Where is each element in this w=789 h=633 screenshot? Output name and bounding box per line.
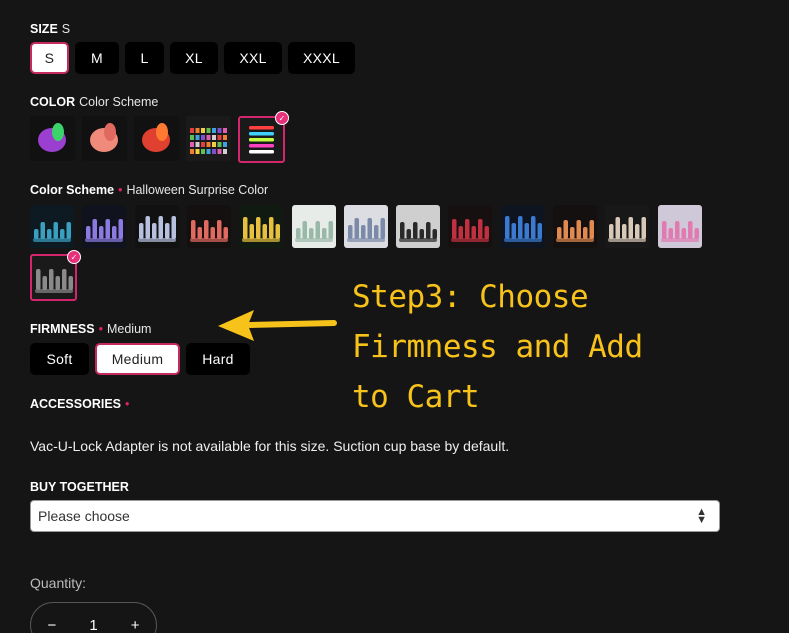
quantity-minus-button[interactable]: −	[48, 617, 57, 633]
size-option-m[interactable]: M	[75, 42, 119, 74]
size-label: SIZE S	[30, 22, 70, 36]
scheme-selected-value: Halloween Surprise Color	[126, 183, 269, 197]
size-option-xxxl[interactable]: XXXL	[288, 42, 355, 74]
scheme-swatch-9[interactable]	[448, 205, 493, 248]
color-label: COLOR Color Scheme	[30, 95, 158, 109]
accessories-label: ACCESSORIES •	[30, 397, 129, 411]
color-selected-value: Color Scheme	[79, 95, 159, 109]
annotation-line-2: Firmness and Add	[352, 329, 643, 365]
scheme-swatch-7[interactable]	[343, 205, 388, 248]
size-options: S M L XL XXL XXXL	[30, 42, 355, 74]
quantity-label: Quantity:	[30, 575, 87, 591]
buy-together-label-text: BUY TOGETHER	[30, 480, 129, 494]
scheme-swatch-3[interactable]	[134, 205, 179, 248]
accessories-required-mark: •	[125, 397, 130, 411]
scheme-swatch-11[interactable]	[553, 205, 597, 248]
scheme-swatch-5[interactable]	[239, 205, 284, 248]
size-option-xxl[interactable]: XXL	[224, 42, 282, 74]
firmness-label: FIRMNESS • Medium	[30, 322, 151, 336]
firmness-selected-value: Medium	[106, 322, 152, 336]
accessories-label-text: ACCESSORIES	[30, 397, 121, 411]
annotation-line-1: Step3: Choose	[352, 279, 589, 315]
quantity-value[interactable]: 1	[89, 617, 97, 633]
size-option-l[interactable]: L	[125, 42, 164, 74]
accessories-message: Vac-U-Lock Adapter is not available for …	[30, 438, 510, 454]
size-option-xl[interactable]: XL	[170, 42, 218, 74]
color-swatch-pink-peach[interactable]	[82, 116, 127, 161]
firmness-options: Soft Medium Hard	[30, 343, 250, 375]
size-option-s[interactable]: S	[30, 42, 69, 74]
quantity-plus-button[interactable]: +	[131, 617, 140, 633]
firmness-option-soft[interactable]: Soft	[30, 343, 89, 375]
scheme-swatch-6[interactable]	[291, 205, 336, 248]
scheme-swatch-1[interactable]	[30, 205, 74, 248]
annotation-arrow-icon	[218, 310, 337, 341]
quantity-stepper: − 1 +	[30, 602, 157, 633]
size-label-text: SIZE	[30, 22, 58, 36]
firmness-option-hard[interactable]: Hard	[186, 343, 250, 375]
scheme-required-mark: •	[118, 183, 123, 197]
scheme-swatch-10[interactable]	[500, 205, 545, 248]
scheme-swatch-8[interactable]	[396, 205, 441, 248]
buy-together-select[interactable]: Please choose ▲ ▼	[30, 500, 720, 532]
scheme-swatch-2[interactable]	[82, 205, 127, 248]
firmness-label-text: FIRMNESS	[30, 322, 95, 336]
scheme-label: Color Scheme • Halloween Surprise Color	[30, 183, 268, 197]
annotation-text: Step3: Choose Firmness and Add to Cart	[352, 272, 643, 422]
color-label-text: COLOR	[30, 95, 76, 109]
scheme-swatch-4[interactable]	[186, 205, 231, 248]
chevron-up-down-icon: ▲ ▼	[696, 506, 707, 526]
size-selected-value: S	[61, 22, 71, 36]
color-swatch-red-orange[interactable]	[134, 116, 179, 161]
scheme-swatch-13[interactable]	[657, 205, 702, 248]
color-swatch-purple-green[interactable]	[30, 116, 75, 161]
check-icon: ✓	[67, 250, 81, 264]
scheme-swatch-12[interactable]	[605, 205, 650, 248]
firmness-required-mark: •	[98, 322, 103, 336]
buy-together-placeholder: Please choose	[38, 508, 130, 524]
scheme-label-text: Color Scheme	[30, 183, 115, 197]
color-swatch-color-chart[interactable]	[186, 116, 231, 161]
check-icon: ✓	[275, 111, 289, 125]
firmness-option-medium[interactable]: Medium	[95, 343, 180, 375]
buy-together-label: BUY TOGETHER	[30, 480, 129, 494]
annotation-line-3: to Cart	[352, 379, 480, 415]
